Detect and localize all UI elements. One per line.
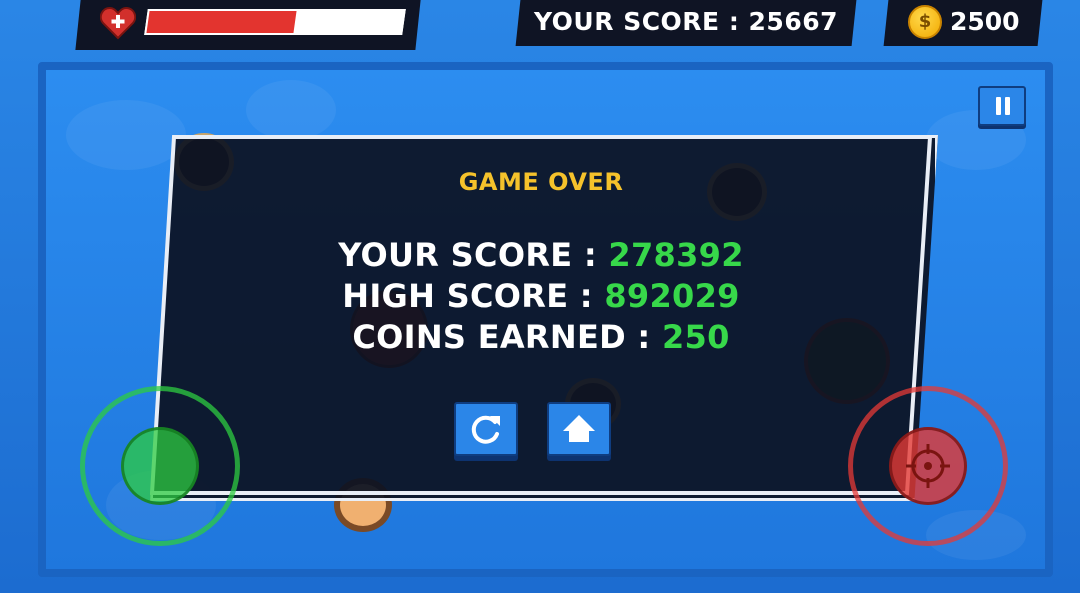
restart-icon	[471, 415, 500, 444]
final-score-label: YOUR SCORE :	[338, 236, 609, 274]
fire-joystick[interactable]	[848, 386, 1008, 546]
final-score-value: 278392	[608, 236, 744, 274]
pause-button[interactable]	[978, 86, 1026, 126]
final-score-line: YOUR SCORE : 278392	[150, 236, 932, 274]
crosshair-icon	[906, 444, 950, 488]
high-score-label: HIGH SCORE :	[342, 277, 605, 315]
home-icon	[563, 415, 595, 442]
high-score-line: HIGH SCORE : 892029	[150, 277, 932, 315]
hud-coins-count: 2500	[950, 7, 1020, 36]
coins-earned-value: 250	[661, 318, 730, 356]
restart-button[interactable]	[454, 402, 518, 456]
coin-icon: $	[908, 5, 942, 39]
coins-earned-label: COINS EARNED :	[352, 318, 662, 356]
health-bar	[144, 9, 406, 35]
home-button[interactable]	[547, 402, 611, 456]
dialog-title: GAME OVER	[458, 168, 624, 196]
fire-joystick-thumb[interactable]	[889, 427, 967, 505]
coins-earned-line: COINS EARNED : 250	[150, 318, 932, 356]
bg-decoration	[246, 80, 336, 140]
health-bar-fill	[146, 11, 297, 33]
move-joystick[interactable]	[80, 386, 240, 546]
high-score-value: 892029	[604, 277, 740, 315]
heart-icon	[99, 6, 137, 40]
move-joystick-thumb[interactable]	[121, 427, 199, 505]
hud-score-label: YOUR SCORE : 25667	[533, 7, 839, 36]
